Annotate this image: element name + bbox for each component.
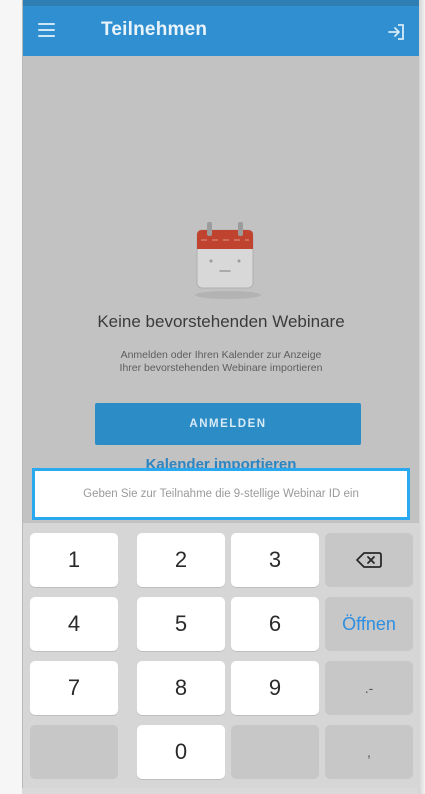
import-calendar-link[interactable]: Kalender importieren [23, 454, 419, 468]
open-key[interactable]: Öffnen [325, 597, 413, 651]
key-6[interactable]: 6 [231, 597, 319, 651]
frame-right-edge [418, 0, 425, 794]
key-2[interactable]: 2 [137, 533, 225, 587]
key-8[interactable]: 8 [137, 661, 225, 715]
calendar-icon [193, 216, 263, 302]
empty-state-title: Keine bevorstehenden Webinare [97, 312, 345, 331]
backspace-key[interactable] [325, 533, 413, 587]
key-9[interactable]: 9 [231, 661, 319, 715]
webinar-id-input[interactable] [35, 471, 407, 517]
hamburger-menu-icon[interactable] [36, 19, 62, 43]
key-5[interactable]: 5 [137, 597, 225, 651]
frame-left-edge [0, 0, 22, 794]
comma-key[interactable]: , [325, 725, 413, 779]
empty-state-description: Anmelden oder Ihren Kalender zur Anzeige… [103, 349, 339, 375]
description-line-1: Anmelden oder Ihren Kalender zur Anzeige [120, 349, 322, 361]
blank-key [30, 725, 118, 779]
key-4[interactable]: 4 [30, 597, 118, 651]
key-3[interactable]: 3 [231, 533, 319, 587]
app-bar: Teilnehmen [23, 6, 419, 56]
signin-button[interactable]: ANMELDEN [95, 403, 361, 445]
blank-key [231, 725, 319, 779]
dot-dash-key[interactable]: .- [325, 661, 413, 715]
phone-screen: Teilnehmen Keine bevorstehenden Webinare… [22, 0, 419, 788]
key-0[interactable]: 0 [137, 725, 225, 779]
description-line-2: Ihrer bevorstehenden Webinare importiere… [119, 362, 323, 374]
numeric-keypad: 1 2 3 4 5 6 Öffnen 7 8 9 .- 0 , [23, 523, 419, 788]
page-title: Teilnehmen [101, 19, 208, 40]
webinar-id-field [32, 468, 410, 520]
key-7[interactable]: 7 [30, 661, 118, 715]
key-1[interactable]: 1 [30, 533, 118, 587]
exit-arrow-icon[interactable] [385, 20, 409, 44]
backspace-icon [356, 552, 382, 568]
frame-bottom-edge [22, 788, 418, 794]
